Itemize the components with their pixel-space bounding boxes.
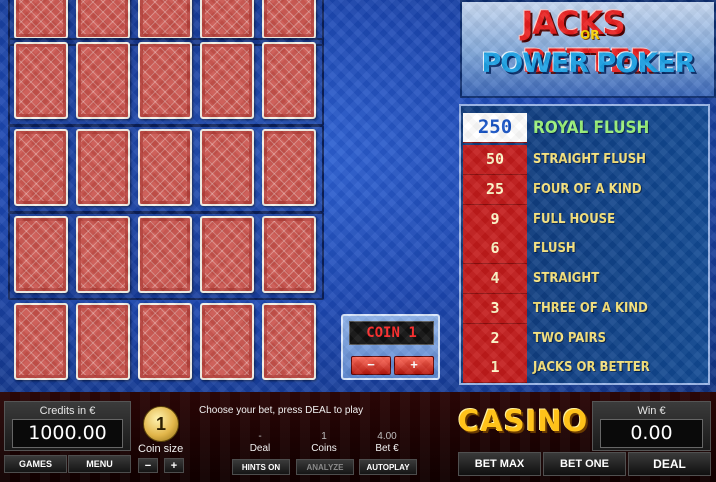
card-back[interactable] — [138, 303, 192, 380]
paytable-row: 2 TWO PAIRS — [463, 324, 706, 354]
games-button[interactable]: GAMES — [4, 455, 67, 473]
hand-name: ROYAL FLUSH — [533, 117, 650, 138]
deal-value: - — [258, 431, 262, 442]
credits-value: 1000.00 — [12, 419, 123, 448]
deal-button[interactable]: DEAL — [628, 452, 711, 476]
card-back[interactable] — [138, 42, 192, 119]
coin-increase-button[interactable]: + — [394, 356, 434, 375]
payout-value: 3 — [463, 294, 527, 324]
hand-name: FLUSH — [533, 241, 576, 257]
game-logo: JACKSBETTER OR POWER POKER — [460, 0, 716, 98]
deal-label: Deal — [249, 443, 271, 454]
payout-value: 1 — [463, 353, 527, 383]
card-back[interactable] — [14, 303, 68, 380]
paytable: 250 ROYAL FLUSH 50 STRAIGHT FLUSH 25 FOU… — [459, 104, 710, 385]
paytable-row: 1 JACKS OR BETTER — [463, 353, 706, 383]
logo-jacks: JACKS — [521, 4, 626, 42]
credits-label: Credits in € — [39, 405, 96, 417]
card-back[interactable] — [200, 0, 254, 39]
logo-subtitle: POWER POKER — [481, 48, 695, 79]
payout-value: 6 — [463, 234, 527, 264]
paytable-row: 3 THREE OF A KIND — [463, 294, 706, 324]
card-back[interactable] — [14, 129, 68, 206]
hand-name: JACKS OR BETTER — [533, 360, 650, 376]
menu-button[interactable]: MENU — [68, 455, 131, 473]
card-back[interactable] — [138, 0, 192, 39]
card-back[interactable] — [138, 216, 192, 293]
autoplay-button[interactable]: AUTOPLAY — [359, 459, 417, 475]
payout-value: 9 — [463, 205, 527, 235]
card-back[interactable] — [76, 216, 130, 293]
hand-name: FOUR OF A KIND — [533, 182, 642, 198]
credits-panel: Credits in € 1000.00 — [4, 401, 131, 451]
card-back[interactable] — [76, 0, 130, 39]
coin-size-chip: 1 — [143, 406, 179, 442]
casino-logo: CASINO — [458, 404, 589, 438]
payout-value: 2 — [463, 324, 527, 354]
hand-row-3 — [8, 125, 324, 213]
win-label: Win € — [637, 405, 666, 417]
hand-row-4 — [8, 212, 324, 300]
card-back[interactable] — [14, 216, 68, 293]
card-back[interactable] — [262, 0, 316, 39]
win-value: 0.00 — [600, 419, 703, 448]
bet-value: 4.00 — [377, 431, 397, 442]
card-back[interactable] — [14, 42, 68, 119]
coin-size-label: Coin size — [138, 443, 184, 455]
card-back[interactable] — [76, 42, 130, 119]
coin-selector: COIN 1 − + — [341, 314, 440, 380]
payout-value: 4 — [463, 264, 527, 294]
bet-max-button[interactable]: BET MAX — [458, 452, 541, 476]
card-back[interactable] — [262, 129, 316, 206]
hand-name: TWO PAIRS — [533, 331, 607, 347]
coins-label: Coins — [311, 443, 337, 454]
analyze-button[interactable]: ANALYZE — [296, 459, 354, 475]
coins-value: 1 — [321, 431, 327, 442]
paytable-row: 250 ROYAL FLUSH — [463, 113, 706, 143]
paytable-row: 50 STRAIGHT FLUSH — [463, 145, 706, 175]
card-back[interactable] — [200, 42, 254, 119]
bet-label: Bet € — [375, 443, 399, 454]
paytable-row: 4 STRAIGHT — [463, 264, 706, 294]
card-back[interactable] — [200, 216, 254, 293]
instruction-message: Choose your bet, press DEAL to play — [199, 405, 364, 416]
win-panel: Win € 0.00 — [592, 401, 711, 451]
card-back[interactable] — [262, 303, 316, 380]
card-back[interactable] — [76, 303, 130, 380]
hints-button[interactable]: HINTS ON — [232, 459, 290, 475]
hand-name: FULL HOUSE — [533, 212, 616, 228]
card-back[interactable] — [200, 303, 254, 380]
coin-display: COIN 1 — [349, 321, 434, 345]
hand-name: THREE OF A KIND — [533, 301, 648, 317]
coin-size-decrease-button[interactable]: − — [138, 458, 158, 473]
coin-decrease-button[interactable]: − — [351, 356, 391, 375]
hand-name: STRAIGHT FLUSH — [533, 152, 646, 168]
payout-value: 50 — [463, 145, 527, 175]
bet-one-button[interactable]: BET ONE — [543, 452, 626, 476]
coin-size-increase-button[interactable]: + — [164, 458, 184, 473]
card-back[interactable] — [200, 129, 254, 206]
hand-row-5 — [8, 299, 324, 387]
paytable-row: 25 FOUR OF A KIND — [463, 175, 706, 205]
card-back[interactable] — [76, 129, 130, 206]
card-back[interactable] — [14, 0, 68, 39]
card-back[interactable] — [138, 129, 192, 206]
paytable-row: 9 FULL HOUSE — [463, 205, 706, 235]
payout-value: 250 — [463, 113, 527, 143]
logo-or: OR — [580, 28, 600, 42]
payout-value: 25 — [463, 175, 527, 205]
hand-row-2 — [8, 38, 324, 126]
card-back[interactable] — [262, 42, 316, 119]
card-back[interactable] — [262, 216, 316, 293]
hand-name: STRAIGHT — [533, 271, 600, 287]
game-table: JACKSBETTER OR POWER POKER 250 ROYAL FLU… — [0, 0, 716, 392]
paytable-row: 6 FLUSH — [463, 234, 706, 264]
